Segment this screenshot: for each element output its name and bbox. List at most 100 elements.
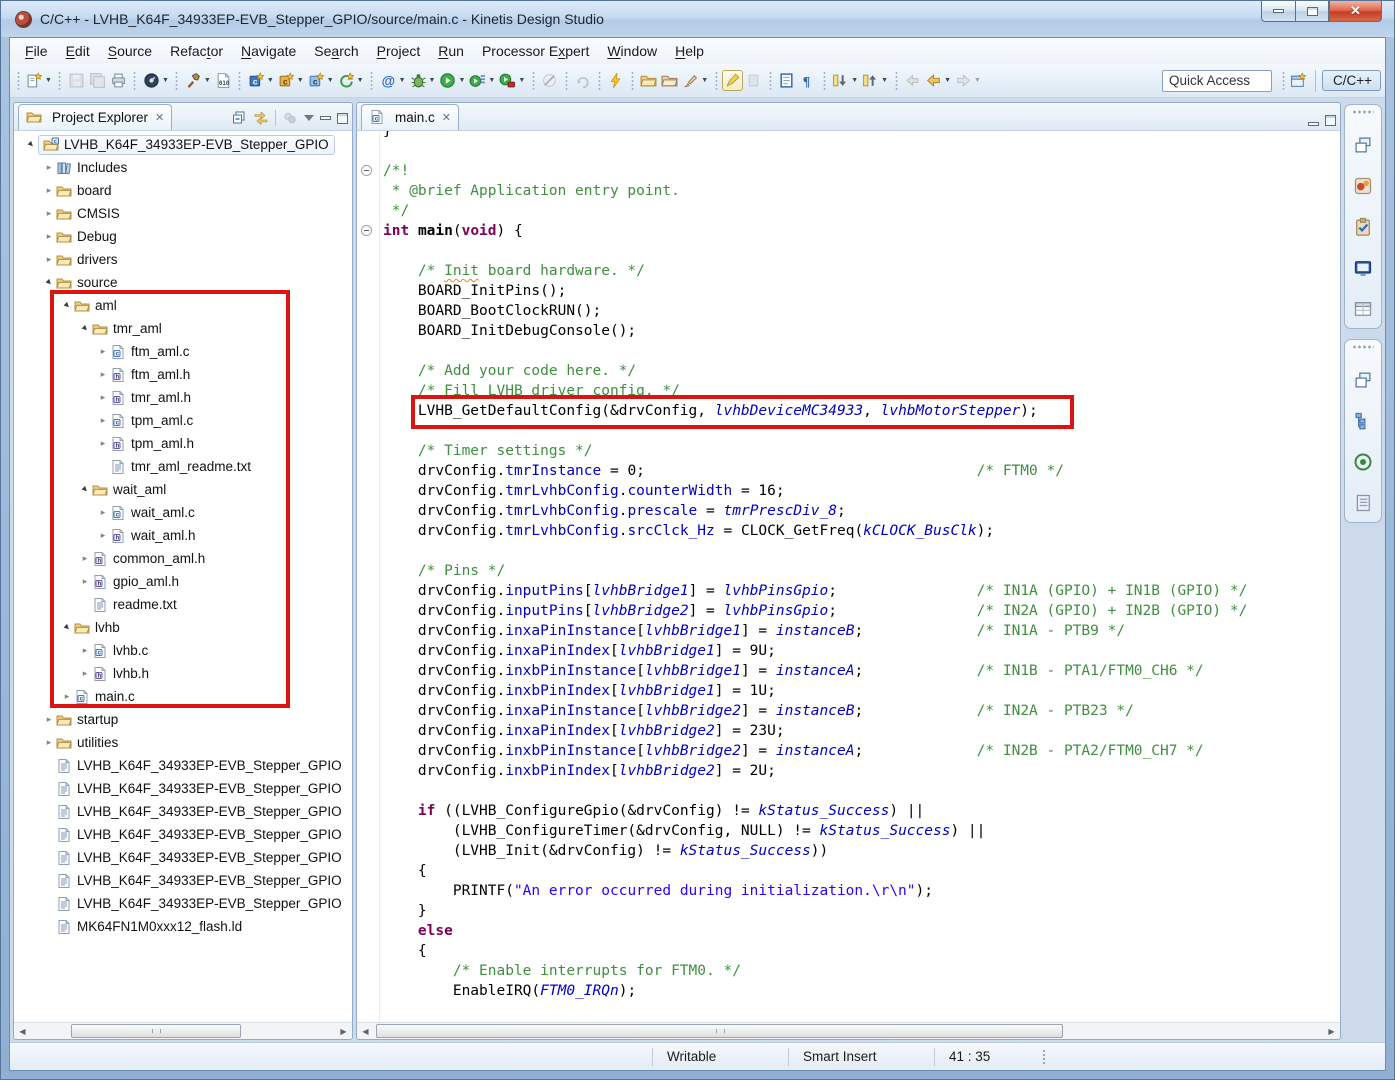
close-tab-icon[interactable]: ✕ [442,111,451,124]
code-line[interactable]: drvConfig.tmrInstance = 0; /* FTM0 */ [357,461,1340,481]
code-line[interactable]: { [357,941,1340,961]
code-line[interactable]: /* Add your code here. */ [357,361,1340,381]
console-button[interactable] [1353,258,1373,278]
dropdown-arrow-icon[interactable]: ▼ [518,77,525,84]
close-button[interactable]: ✕ [1329,1,1382,22]
tree-item-aml[interactable]: ▸aml [14,294,352,317]
dropdown-arrow-icon[interactable]: ▼ [851,77,858,84]
tree-item-tmr-aml[interactable]: ▸tmr_aml [14,317,352,340]
collapsed-arrow-icon[interactable]: ▸ [42,254,56,265]
scroll-right-icon[interactable]: ▶ [335,1023,352,1039]
link-with-editor-button[interactable] [253,110,269,126]
code-line[interactable]: drvConfig.inxaPinInstance[lvhbBridge2] =… [357,701,1340,721]
save-button[interactable] [66,70,87,91]
code-line[interactable]: * @brief Application entry point. [357,181,1340,201]
tab-project-explorer[interactable]: Project Explorer ✕ [18,104,172,130]
quick-access-input[interactable]: Quick Access [1162,70,1272,92]
format-brush-button[interactable]: ▼ [680,70,710,91]
dropdown-arrow-icon[interactable]: ▼ [974,77,981,84]
outline-button[interactable] [1353,411,1373,431]
collapsed-arrow-icon[interactable]: ▸ [96,392,110,403]
run-config-button[interactable]: ▼ [467,70,497,91]
stack-drag-handle[interactable] [1352,110,1374,114]
minimize-view-icon[interactable] [320,116,331,120]
update-index-button[interactable] [572,70,593,91]
menu-item-file[interactable]: File [16,40,57,62]
restore-view-button[interactable] [1353,370,1373,390]
code-line[interactable]: */ [357,201,1340,221]
menu-item-project[interactable]: Project [368,40,430,62]
collapsed-arrow-icon[interactable]: ▸ [96,438,110,449]
code-line[interactable] [357,541,1340,561]
code-editor[interactable]: } /*! * @brief Application entry point. *… [357,131,1340,1022]
tree-item-lvhb-k64f-34933ep-evb-stepper-gpio[interactable]: LVHB_K64F_34933EP-EVB_Stepper_GPIO [14,869,352,892]
tree-item-board[interactable]: ▸board [14,179,352,202]
new-c-project-button[interactable]: c▼ [306,70,336,91]
dropdown-arrow-icon[interactable]: ▼ [429,77,436,84]
dropdown-arrow-icon[interactable]: ▼ [357,77,364,84]
show-source-button[interactable] [776,70,797,91]
collapsed-arrow-icon[interactable]: ▸ [42,737,56,748]
menu-item-help[interactable]: Help [666,40,713,62]
dropdown-arrow-icon[interactable]: ▼ [399,77,406,84]
code-line[interactable]: BOARD_InitDebugConsole(); [357,321,1340,341]
collapsed-arrow-icon[interactable]: ▸ [60,691,74,702]
binary-button[interactable]: 010 [213,70,234,91]
code-line[interactable]: /* Pins */ [357,561,1340,581]
stack-drag-handle[interactable] [1352,345,1374,349]
show-block-button[interactable] [743,70,764,91]
new-wizard-button[interactable]: ▼ [24,70,54,91]
tree-item-source[interactable]: ▸source [14,271,352,294]
open-element-folder-button[interactable] [638,70,659,91]
perspective-cpp-button[interactable]: cC/C++ [1322,70,1381,91]
code-line[interactable]: } [357,131,1340,141]
code-line[interactable]: else [357,921,1340,941]
tree-item-utilities[interactable]: ▸utilities [14,731,352,754]
dropdown-arrow-icon[interactable]: ▼ [162,77,169,84]
menu-item-run[interactable]: Run [429,40,473,62]
new-connection-button[interactable]: ▼ [336,70,366,91]
memory-button[interactable] [1353,493,1373,513]
code-line[interactable]: drvConfig.inxaPinInstance[lvhbBridge1] =… [357,621,1340,641]
code-line[interactable] [357,141,1340,161]
debug-bug-button[interactable]: ▼ [408,70,438,91]
code-line[interactable]: BOARD_InitPins(); [357,281,1340,301]
collapsed-arrow-icon[interactable]: ▸ [96,346,110,357]
code-line[interactable]: drvConfig.inxaPinIndex[lvhbBridge2] = 23… [357,721,1340,741]
fold-marker[interactable] [357,161,379,181]
collapsed-arrow-icon[interactable]: ▸ [78,645,92,656]
tree-item-lvhb-k64f-34933ep-evb-stepper-gpio[interactable]: LVHB_K64F_34933EP-EVB_Stepper_GPIO [14,754,352,777]
dropdown-arrow-icon[interactable]: ▼ [488,77,495,84]
forward-history-button[interactable]: ▼ [953,70,983,91]
tree-item-tmr-aml-h[interactable]: ▸htmr_aml.h [14,386,352,409]
maximize-editor-icon[interactable] [1325,115,1336,126]
code-line[interactable]: /* Init board hardware. */ [357,261,1340,281]
focus-task-button[interactable] [282,110,298,126]
code-line[interactable]: drvConfig.inxbPinIndex[lvhbBridge2] = 2U… [357,761,1340,781]
project-explorer-hscrollbar[interactable]: ◀ ▶ [14,1022,352,1039]
collapse-all-button[interactable] [231,110,247,126]
close-view-icon[interactable]: ✕ [155,111,164,124]
tree-item-wait-aml[interactable]: ▸wait_aml [14,478,352,501]
run-button[interactable]: ▼ [437,70,467,91]
code-line[interactable]: drvConfig.inxaPinIndex[lvhbBridge1] = 9U… [357,641,1340,661]
collapsed-arrow-icon[interactable]: ▸ [78,553,92,564]
code-line[interactable] [357,341,1340,361]
scroll-right-icon[interactable]: ▶ [1323,1023,1340,1039]
collapsed-arrow-icon[interactable]: ▸ [96,507,110,518]
code-line[interactable]: drvConfig.inxbPinInstance[lvhbBridge1] =… [357,661,1340,681]
code-line[interactable]: EnableIRQ(FTM0_IRQn); [357,981,1340,1001]
code-line[interactable]: int main(void) { [357,221,1340,241]
editor-hscrollbar[interactable]: ◀ ▶ [357,1022,1340,1039]
code-line[interactable]: /*! [357,161,1340,181]
tree-item-tpm-aml-c[interactable]: ▸ctpm_aml.c [14,409,352,432]
minimize-button[interactable] [1261,1,1295,22]
tree-item-mk64fn1m0xxx12-flash-ld[interactable]: MK64FN1M0xxx12_flash.ld [14,915,352,938]
print-button[interactable] [108,70,129,91]
minimize-editor-icon[interactable] [1308,122,1319,126]
maximize-view-icon[interactable] [337,113,348,124]
dropdown-arrow-icon[interactable]: ▼ [267,77,274,84]
fold-marker[interactable] [357,221,379,241]
menu-item-refactor[interactable]: Refactor [161,40,232,62]
tree-item-gpio-aml-h[interactable]: ▸hgpio_aml.h [14,570,352,593]
